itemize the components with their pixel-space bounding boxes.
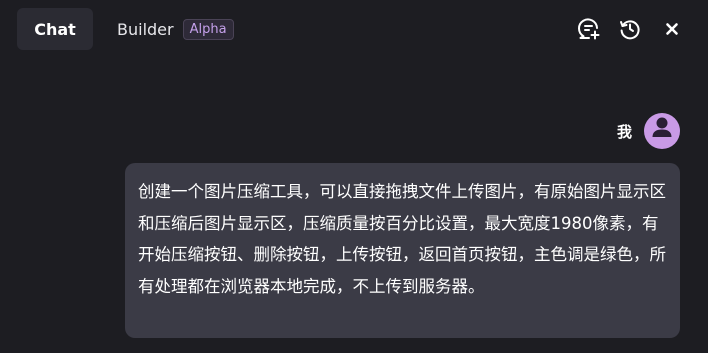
close-button[interactable]: [660, 17, 684, 41]
tab-builder[interactable]: Builder Alpha: [117, 8, 234, 50]
message-header: 我: [617, 112, 680, 150]
top-bar: Chat Builder Alpha: [0, 0, 708, 60]
user-icon: [644, 113, 680, 149]
message-text: 创建一个图片压缩工具，可以直接拖拽文件上传图片，有原始图片显示区和压缩后图片显示…: [138, 182, 666, 296]
tab-chat[interactable]: Chat: [17, 8, 93, 50]
message-bubble: 创建一个图片压缩工具，可以直接拖拽文件上传图片，有原始图片显示区和压缩后图片显示…: [125, 163, 680, 338]
avatar: [644, 113, 680, 149]
tab-chat-label: Chat: [34, 19, 76, 39]
history-icon: [618, 17, 642, 41]
new-chat-icon: [577, 17, 601, 41]
new-chat-button[interactable]: [577, 17, 601, 41]
alpha-badge: Alpha: [182, 18, 234, 40]
sender-name: 我: [616, 122, 632, 141]
tab-builder-label: Builder: [117, 19, 174, 39]
close-icon: [662, 19, 682, 39]
history-button[interactable]: [618, 17, 642, 41]
